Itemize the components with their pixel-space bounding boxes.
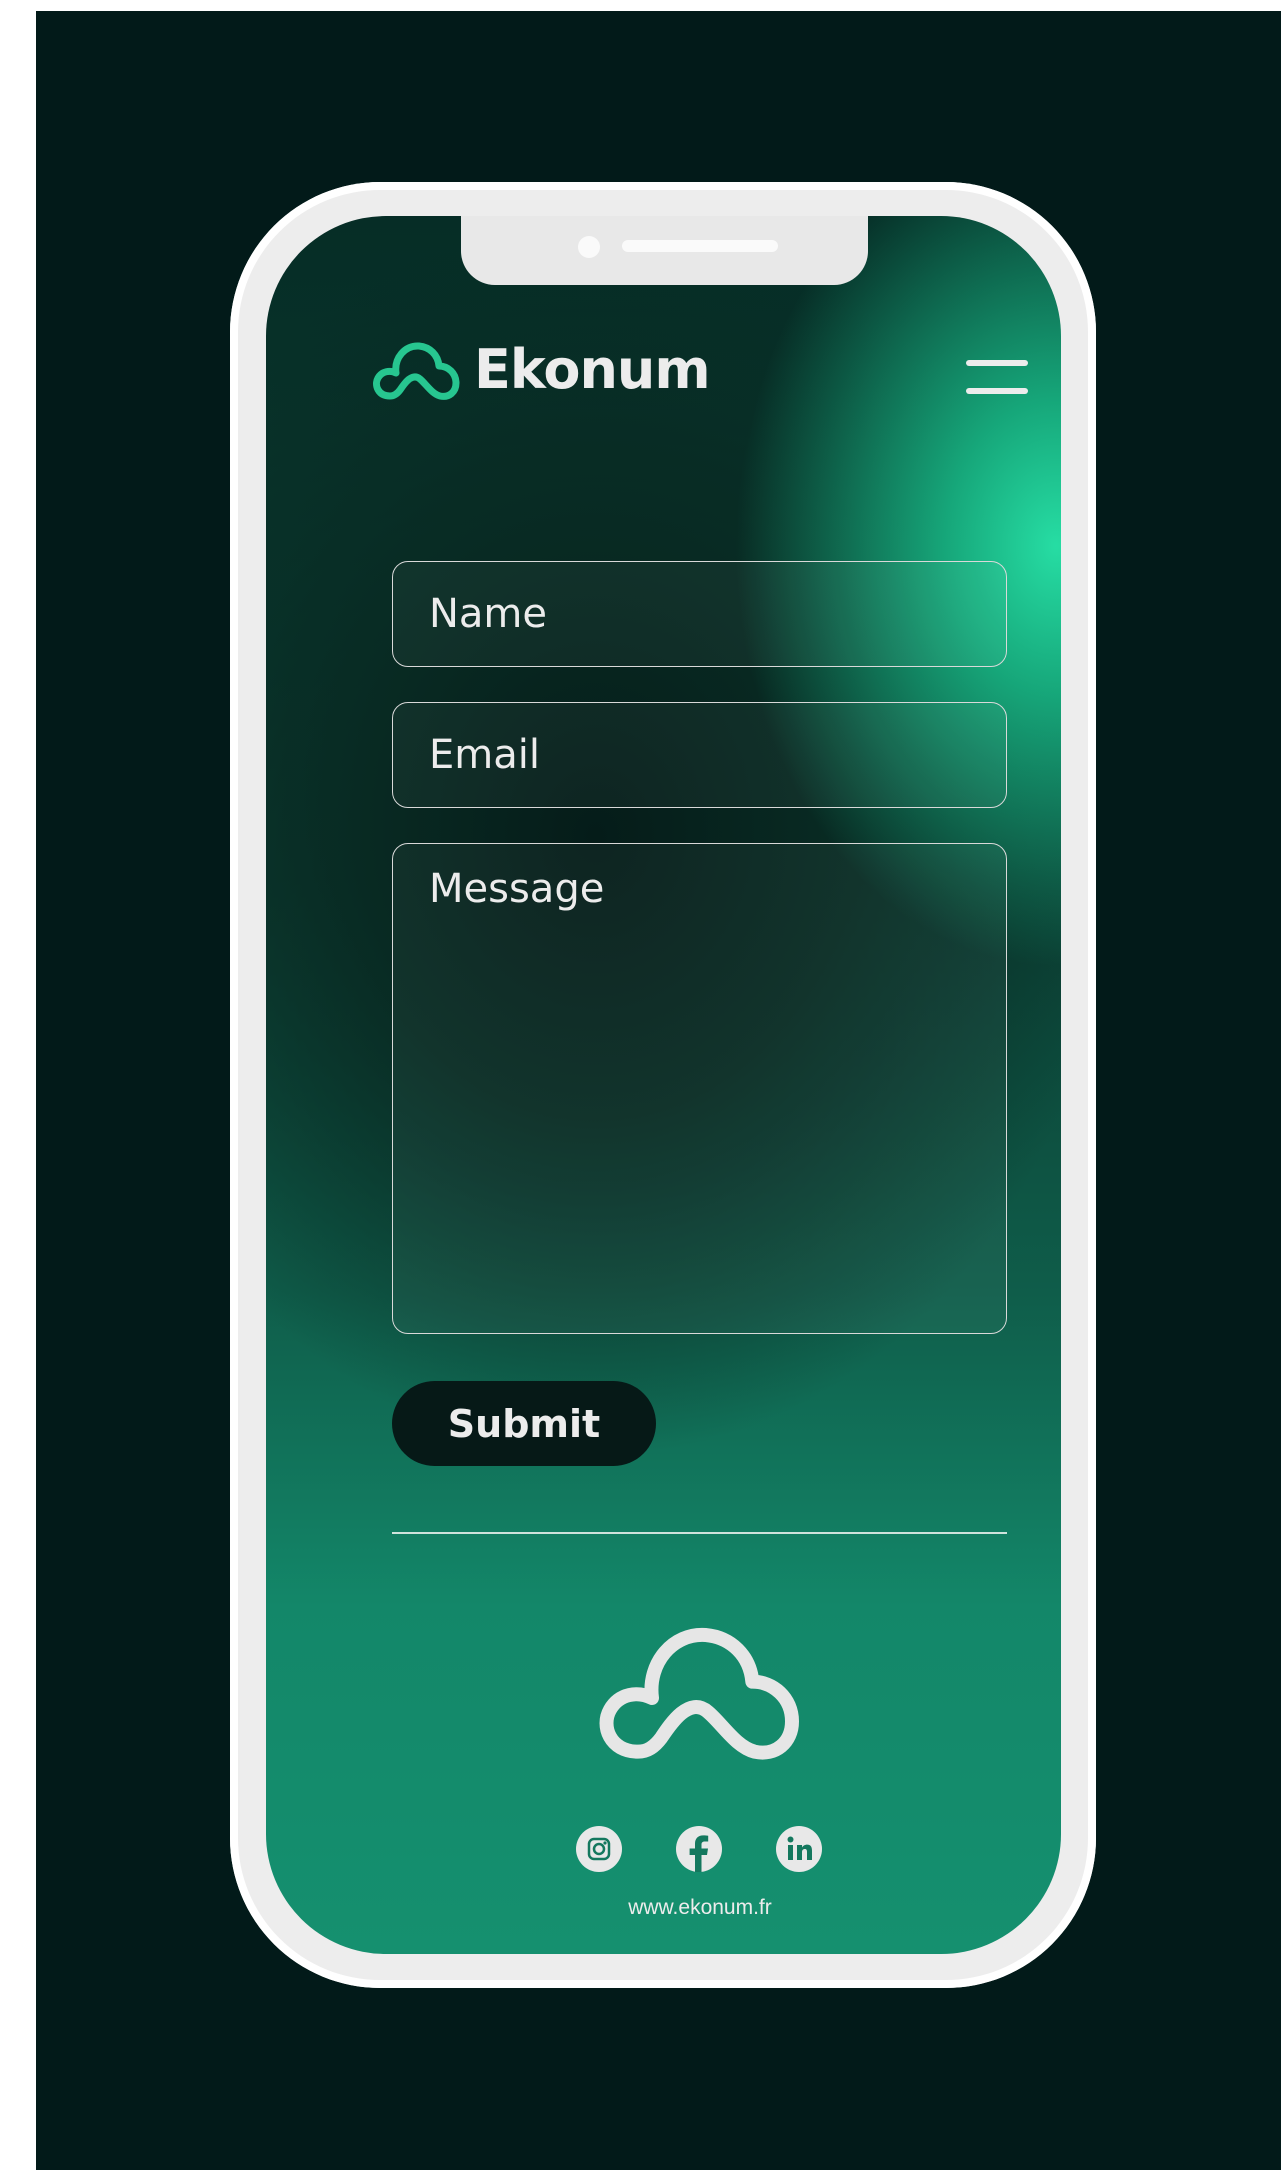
speaker-grille <box>622 240 778 252</box>
message-field[interactable] <box>392 843 1007 1334</box>
menu-bar-bottom <box>966 388 1028 394</box>
cloud-icon <box>372 338 462 402</box>
website-link[interactable]: www.ekonum.fr <box>500 1896 900 1920</box>
name-field[interactable] <box>392 561 1007 667</box>
instagram-icon[interactable] <box>576 1826 622 1872</box>
submit-button[interactable]: Submit <box>392 1381 656 1466</box>
cloud-icon <box>596 1616 806 1770</box>
camera-icon <box>578 236 600 258</box>
email-field[interactable] <box>392 702 1007 808</box>
menu-bar-top <box>966 360 1028 366</box>
facebook-icon[interactable] <box>676 1826 722 1872</box>
footer-divider <box>392 1532 1007 1534</box>
brand-name: Ekonum <box>474 338 711 401</box>
linkedin-icon[interactable] <box>776 1826 822 1872</box>
brand-logo[interactable]: Ekonum <box>372 338 711 402</box>
hamburger-menu-icon[interactable] <box>966 358 1028 396</box>
